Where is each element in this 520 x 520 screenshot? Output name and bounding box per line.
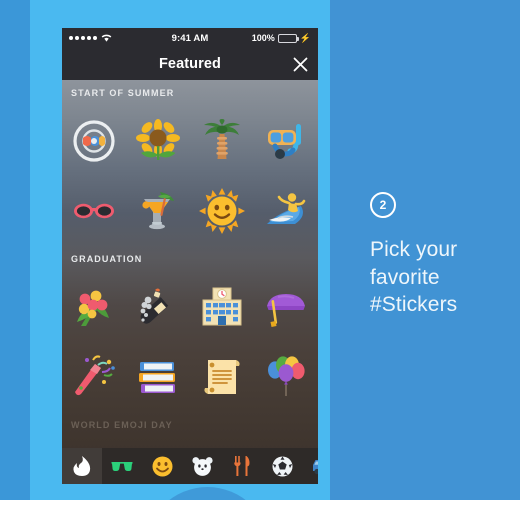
sticker-scroll[interactable] — [190, 342, 254, 412]
sunglasses-icon — [111, 462, 133, 471]
tab-bar[interactable] — [62, 448, 318, 484]
wifi-icon — [101, 33, 112, 44]
screenshot-root: 9:41 AM 100% ⚡ Featured START OF SUMMER … — [0, 0, 520, 520]
sticker-school[interactable] — [190, 272, 254, 342]
close-icon[interactable] — [290, 54, 310, 74]
step-number-badge: 2 — [370, 192, 396, 218]
sticker-diving-mask[interactable] — [254, 106, 318, 176]
status-bar: 9:41 AM 100% ⚡ — [62, 28, 318, 48]
sticker-row — [62, 342, 318, 412]
sticker-tropical-drink[interactable] — [126, 176, 190, 246]
battery-cap — [296, 37, 299, 41]
page-title: Featured — [158, 56, 222, 72]
status-bar-right: 100% ⚡ — [252, 33, 311, 43]
sticker-row — [62, 272, 318, 342]
car-icon — [313, 460, 318, 475]
signal-dot — [81, 36, 85, 40]
signal-dot — [75, 36, 79, 40]
section-header-summer: START OF SUMMER — [71, 88, 175, 98]
soccer-ball-icon — [272, 456, 292, 476]
phone-mockup: 9:41 AM 100% ⚡ Featured START OF SUMMER … — [62, 28, 318, 484]
tab-animals[interactable] — [182, 448, 222, 484]
sticker-beach-ring[interactable] — [62, 106, 126, 176]
sticker-row — [62, 176, 318, 246]
sticker-list[interactable]: START OF SUMMER GRADUATION WORLD EMOJI D… — [62, 80, 318, 484]
section-header-world-emoji-day: WORLD EMOJI DAY — [71, 420, 173, 430]
background-bottom-white — [0, 500, 520, 520]
sticker-graduation-cap[interactable] — [254, 272, 318, 342]
sticker-sunflower[interactable] — [126, 106, 190, 176]
instruction-panel: 2 Pick your favorite #Stickers — [370, 192, 500, 319]
sticker-surfer[interactable] — [254, 176, 318, 246]
signal-strength-dots — [69, 36, 97, 40]
smiley-icon — [152, 456, 172, 476]
fork-and-knife-icon — [234, 456, 250, 476]
sticker-palm-tree[interactable] — [190, 106, 254, 176]
background-left-band — [0, 0, 30, 500]
tab-sports[interactable] — [262, 448, 302, 484]
sticker-books[interactable] — [126, 342, 190, 412]
battery-icon — [277, 33, 299, 43]
tab-smileys[interactable] — [142, 448, 182, 484]
sticker-sunglasses[interactable] — [62, 176, 126, 246]
section-header-graduation: GRADUATION — [71, 254, 143, 264]
status-bar-left — [69, 33, 112, 44]
flame-icon — [73, 456, 91, 476]
sticker-balloons[interactable] — [254, 342, 318, 412]
signal-dot — [69, 36, 73, 40]
tab-featured[interactable] — [62, 448, 102, 484]
instruction-headline: Pick your favorite #Stickers — [370, 238, 458, 317]
tab-food[interactable] — [222, 448, 262, 484]
signal-dot — [87, 36, 91, 40]
sticker-bouquet[interactable] — [62, 272, 126, 342]
battery-percent-label: 100% — [251, 33, 275, 43]
bear-icon — [191, 456, 213, 476]
lightning-bolt-icon: ⚡ — [299, 32, 311, 43]
tab-summer[interactable] — [102, 448, 142, 484]
sticker-champagne[interactable] — [126, 272, 190, 342]
tab-travel[interactable] — [302, 448, 318, 484]
signal-dot — [93, 36, 97, 40]
sticker-party-popper[interactable] — [62, 342, 126, 412]
nav-bar: Featured — [62, 48, 318, 80]
sticker-sun-with-face[interactable] — [190, 176, 254, 246]
sticker-row — [62, 106, 318, 176]
